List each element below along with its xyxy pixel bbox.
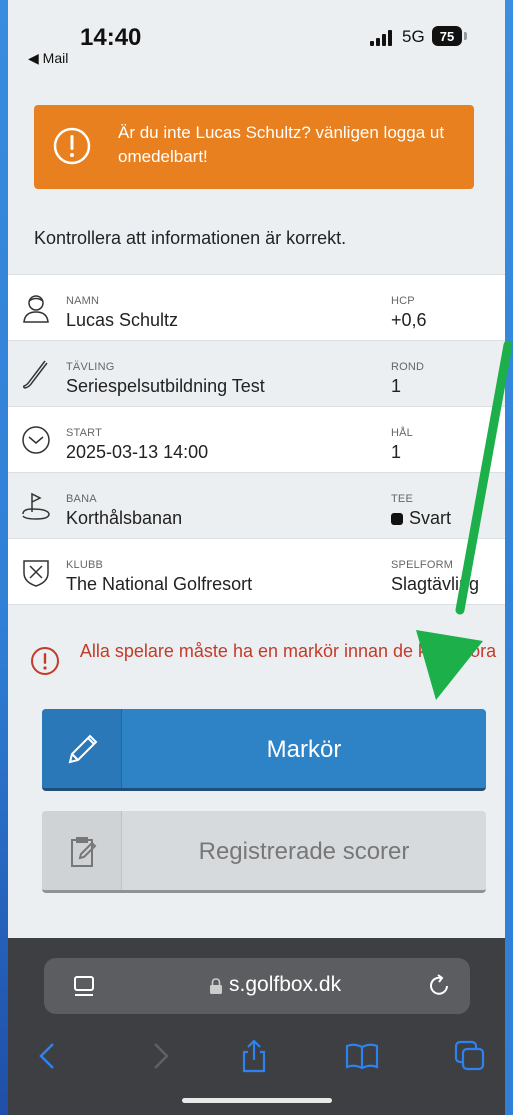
competition-value: Seriespelsutbildning Test xyxy=(66,376,265,396)
info-row-name: NAMN Lucas Schultz HCP +0,6 xyxy=(8,274,505,340)
back-to-mail-link[interactable]: ◀ Mail xyxy=(28,50,68,67)
lock-icon xyxy=(210,978,222,994)
player-info-table: NAMN Lucas Schultz HCP +0,6 TÄVLING Seri… xyxy=(8,274,505,624)
clock-icon xyxy=(22,426,50,454)
info-row-club: KLUBB The National Golfresort SPELFORM S… xyxy=(8,538,505,604)
reader-view-icon[interactable] xyxy=(72,974,96,998)
hcp-label: HCP xyxy=(391,295,415,307)
forward-icon[interactable] xyxy=(142,1038,178,1074)
course-label: BANA xyxy=(66,493,97,505)
pencil-icon xyxy=(42,709,122,788)
network-type: 5G xyxy=(402,27,425,46)
club-label: KLUBB xyxy=(66,559,104,571)
person-icon xyxy=(23,295,49,323)
battery-icon: 75 xyxy=(432,26,467,46)
tee-color-swatch xyxy=(391,513,403,525)
golf-flag-icon xyxy=(22,492,50,520)
info-row-competition: TÄVLING Seriespelsutbildning Test ROND 1 xyxy=(8,340,505,406)
warning-text: Är du inte Lucas Schultz? vänligen logga… xyxy=(118,123,445,166)
start-label: START xyxy=(66,427,103,439)
tee-value: Svart xyxy=(391,508,451,529)
registered-scores-label: Registrerade scorer xyxy=(198,838,410,865)
competition-label: TÄVLING xyxy=(66,361,115,373)
hole-value: 1 xyxy=(391,442,402,462)
browser-toolbar xyxy=(8,1034,505,1084)
logout-warning-banner: Är du inte Lucas Schultz? vänligen logga… xyxy=(34,105,474,189)
url-text[interactable]: s.golfbox.dk xyxy=(229,973,341,997)
start-value: 2025-03-13 14:00 xyxy=(66,442,209,462)
name-label: NAMN xyxy=(66,295,100,307)
browser-chrome: s.golfbox.dk xyxy=(8,938,505,1115)
tee-label: TEE xyxy=(391,493,413,505)
exclamation-circle-icon xyxy=(53,127,91,165)
status-time: 14:40 xyxy=(80,24,142,51)
status-bar: 14:40 ◀ Mail 5G 75 xyxy=(8,0,505,86)
info-row-course: BANA Korthålsbanan TEE Svart xyxy=(8,472,505,538)
error-circle-icon xyxy=(31,647,59,675)
bookmarks-icon[interactable] xyxy=(344,1038,380,1074)
table-bottom-divider xyxy=(8,604,505,624)
reload-icon[interactable] xyxy=(426,972,452,998)
play-format-label: SPELFORM xyxy=(391,559,454,571)
golf-club-icon xyxy=(22,360,48,389)
clipboard-edit-icon xyxy=(42,811,122,890)
address-bar[interactable]: s.golfbox.dk xyxy=(44,958,470,1014)
error-text: Alla spelare måste ha en markör innan de… xyxy=(79,641,497,661)
hcp-value: +0,6 xyxy=(391,310,427,330)
share-icon[interactable] xyxy=(236,1038,272,1074)
tee-name: Svart xyxy=(409,508,452,528)
tabs-icon[interactable] xyxy=(452,1038,488,1074)
club-value: The National Golfresort xyxy=(66,574,253,594)
hole-label: HÅL xyxy=(391,427,413,439)
name-value: Lucas Schultz xyxy=(66,310,179,330)
signal-icon xyxy=(370,30,392,46)
registered-scores-button[interactable]: Registrerade scorer xyxy=(42,811,486,893)
marker-button-label: Markör xyxy=(266,736,342,763)
play-format-value: Slagtävling xyxy=(391,574,480,594)
info-row-start: START 2025-03-13 14:00 HÅL 1 xyxy=(8,406,505,472)
home-indicator xyxy=(182,1098,332,1103)
battery-level: 75 xyxy=(439,28,455,44)
course-value: Korthålsbanan xyxy=(66,508,183,528)
round-value: 1 xyxy=(391,376,402,396)
back-icon[interactable] xyxy=(30,1038,66,1074)
phone-screen: 14:40 ◀ Mail 5G 75 Är du inte Lucas Schu… xyxy=(8,0,505,1115)
club-crest-icon xyxy=(23,560,49,587)
marker-button[interactable]: Markör xyxy=(42,709,486,791)
instruction-text: Kontrollera att informationen är korrekt… xyxy=(34,228,347,248)
round-label: ROND xyxy=(391,361,425,373)
